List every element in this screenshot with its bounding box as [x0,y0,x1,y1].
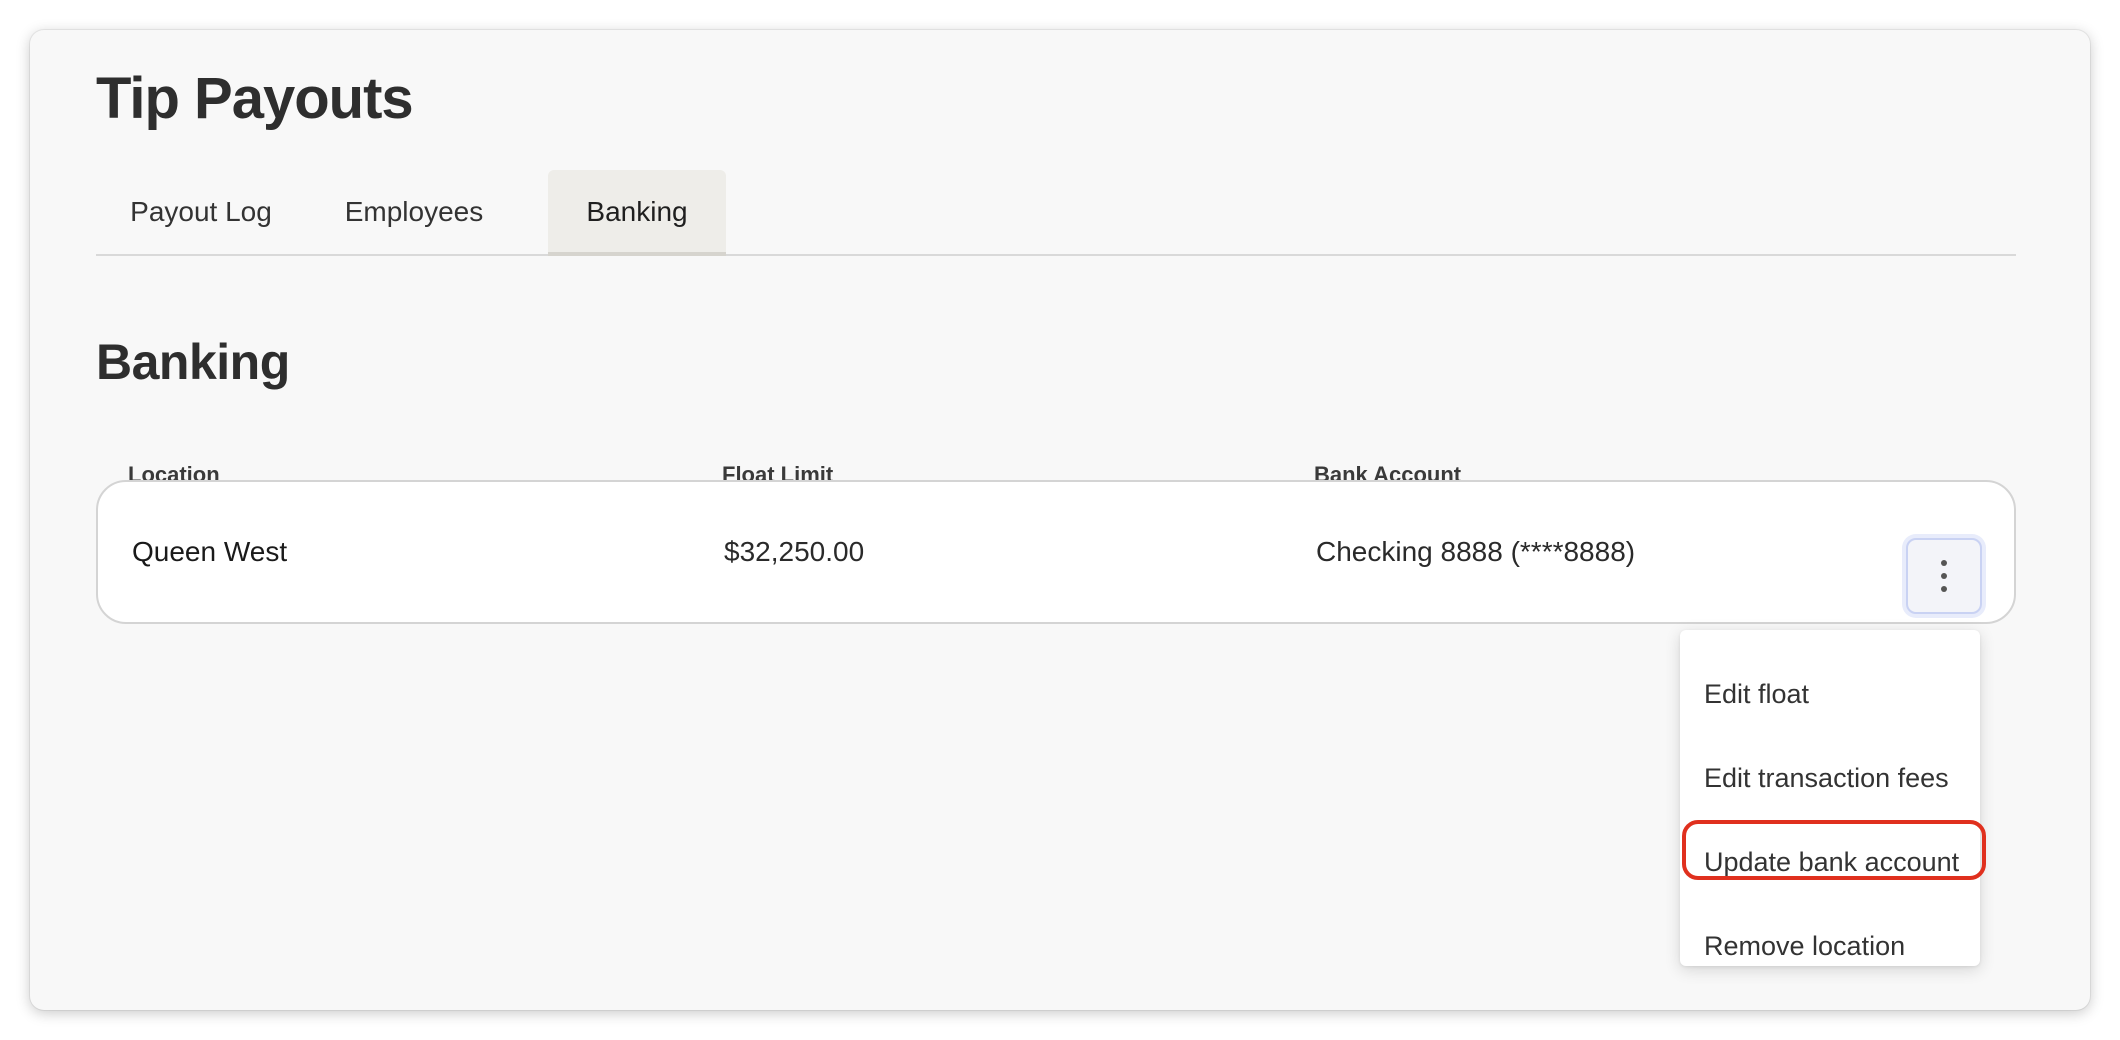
cell-location: Queen West [132,536,288,567]
app-window: Tip Payouts Payout Log Employees Banking… [30,30,2090,1010]
section-title: Banking [96,334,290,390]
tab-employees[interactable]: Employees [320,170,508,254]
row-actions-menu: Edit float Edit transaction fees Update … [1680,630,1980,966]
row-actions-button[interactable] [1906,538,1982,614]
cell-bank-account: Checking 8888 (****8888) [1316,536,1636,567]
page-title: Tip Payouts [96,66,414,131]
more-vertical-icon [1941,560,1947,592]
tab-payout-log[interactable]: Payout Log [96,170,306,254]
menu-item-edit-transaction-fees[interactable]: Edit transaction fees [1704,758,1949,798]
menu-item-edit-float[interactable]: Edit float [1704,674,1809,714]
tab-banking[interactable]: Banking [548,170,726,256]
menu-item-remove-location[interactable]: Remove location [1704,926,1905,966]
cell-float-limit: $32,250.00 [724,536,865,567]
table-row: Queen West $32,250.00 Checking 8888 (***… [96,480,2016,624]
tab-bar: Payout Log Employees Banking [96,170,2016,256]
menu-item-update-bank-account[interactable]: Update bank account [1704,842,1959,882]
